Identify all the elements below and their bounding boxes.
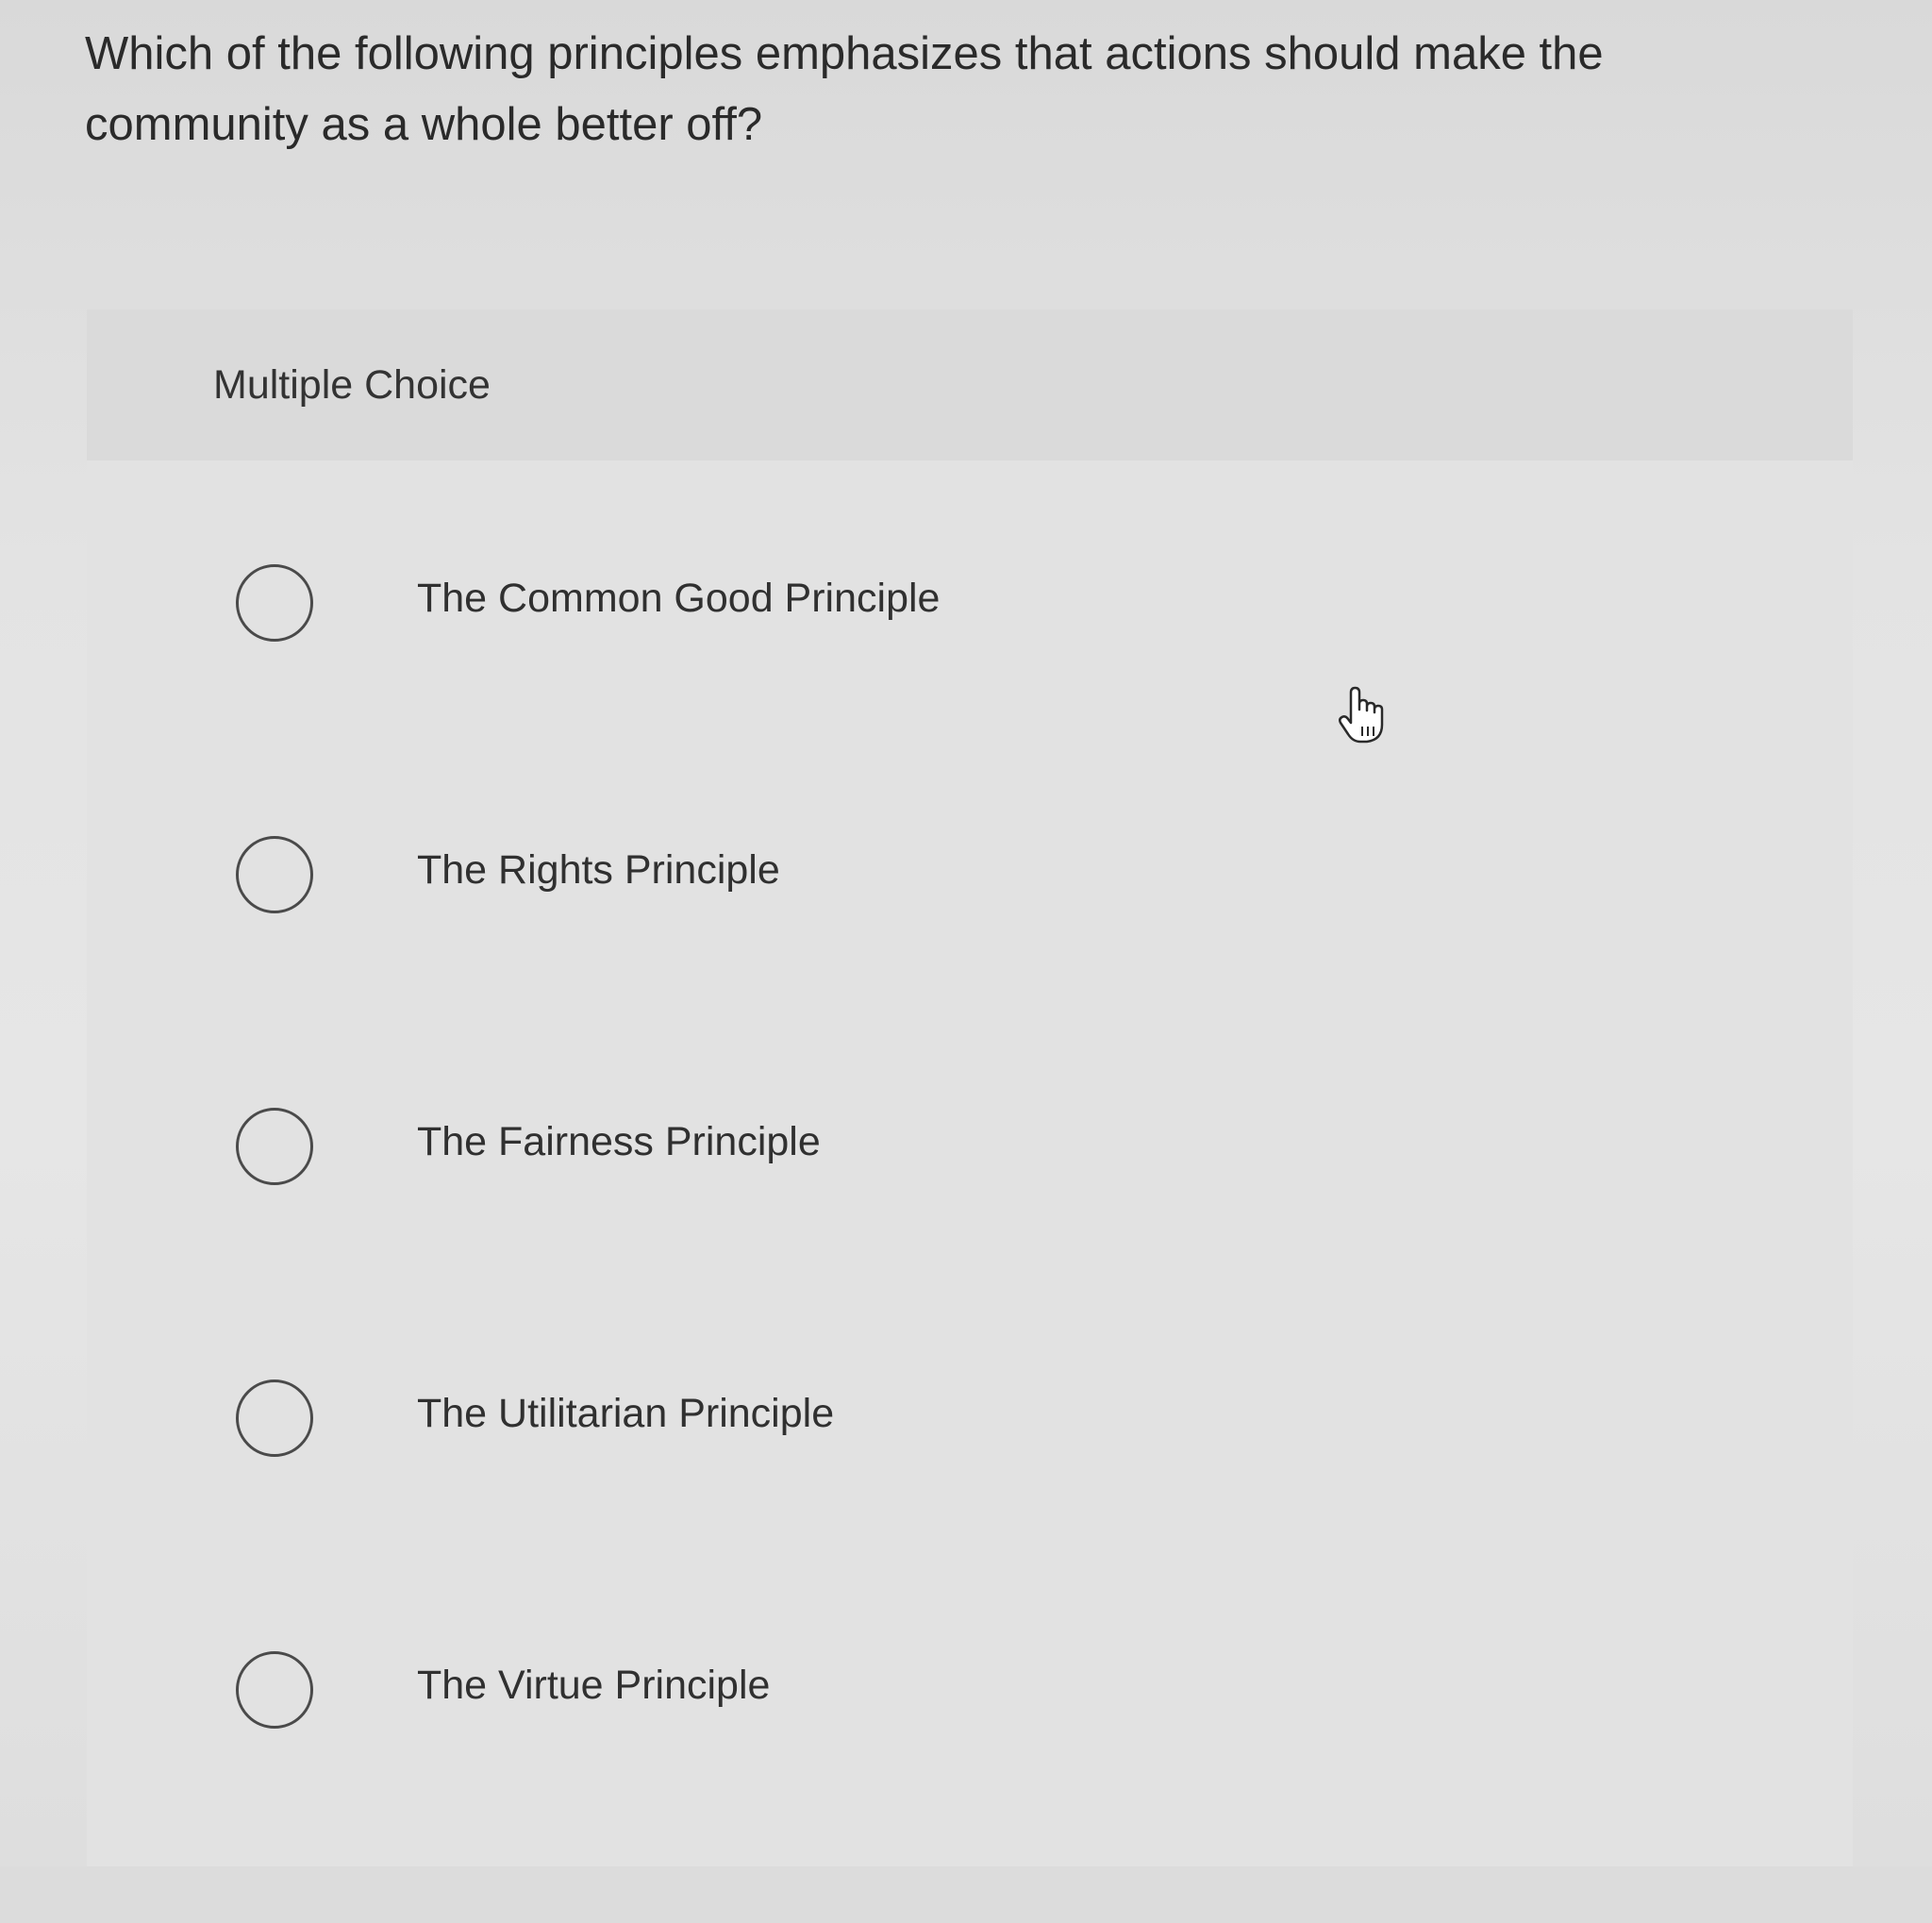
multiple-choice-panel: Multiple Choice The Common Good Principl… xyxy=(87,309,1853,1866)
panel-header: Multiple Choice xyxy=(87,309,1853,460)
option-rights[interactable]: The Rights Principle xyxy=(170,836,1840,1108)
multiple-choice-label: Multiple Choice xyxy=(213,362,491,408)
question-line-2: community as a whole better off? xyxy=(85,99,763,150)
option-common-good[interactable]: The Common Good Principle xyxy=(170,564,1840,836)
question-text: Which of the following principles emphas… xyxy=(85,19,1783,160)
option-fairness[interactable]: The Fairness Principle xyxy=(170,1108,1840,1380)
radio-button-icon[interactable] xyxy=(236,836,313,913)
option-utilitarian[interactable]: The Utilitarian Principle xyxy=(170,1380,1840,1651)
option-label[interactable]: The Rights Principle xyxy=(417,847,780,894)
options-list: The Common Good Principle The Rights Pri… xyxy=(170,564,1840,1923)
radio-button-icon[interactable] xyxy=(236,564,313,642)
question-line-1: Which of the following principles emphas… xyxy=(85,28,1604,79)
page-background: Which of the following principles emphas… xyxy=(0,0,1932,1866)
radio-button-icon[interactable] xyxy=(236,1651,313,1729)
radio-button-icon[interactable] xyxy=(236,1380,313,1457)
option-virtue[interactable]: The Virtue Principle xyxy=(170,1651,1840,1923)
hand-pointer-icon xyxy=(1339,686,1384,744)
option-label[interactable]: The Virtue Principle xyxy=(417,1663,770,1709)
option-label[interactable]: The Utilitarian Principle xyxy=(417,1391,834,1437)
radio-button-icon[interactable] xyxy=(236,1108,313,1185)
option-label[interactable]: The Fairness Principle xyxy=(417,1119,821,1165)
option-label[interactable]: The Common Good Principle xyxy=(417,576,940,622)
